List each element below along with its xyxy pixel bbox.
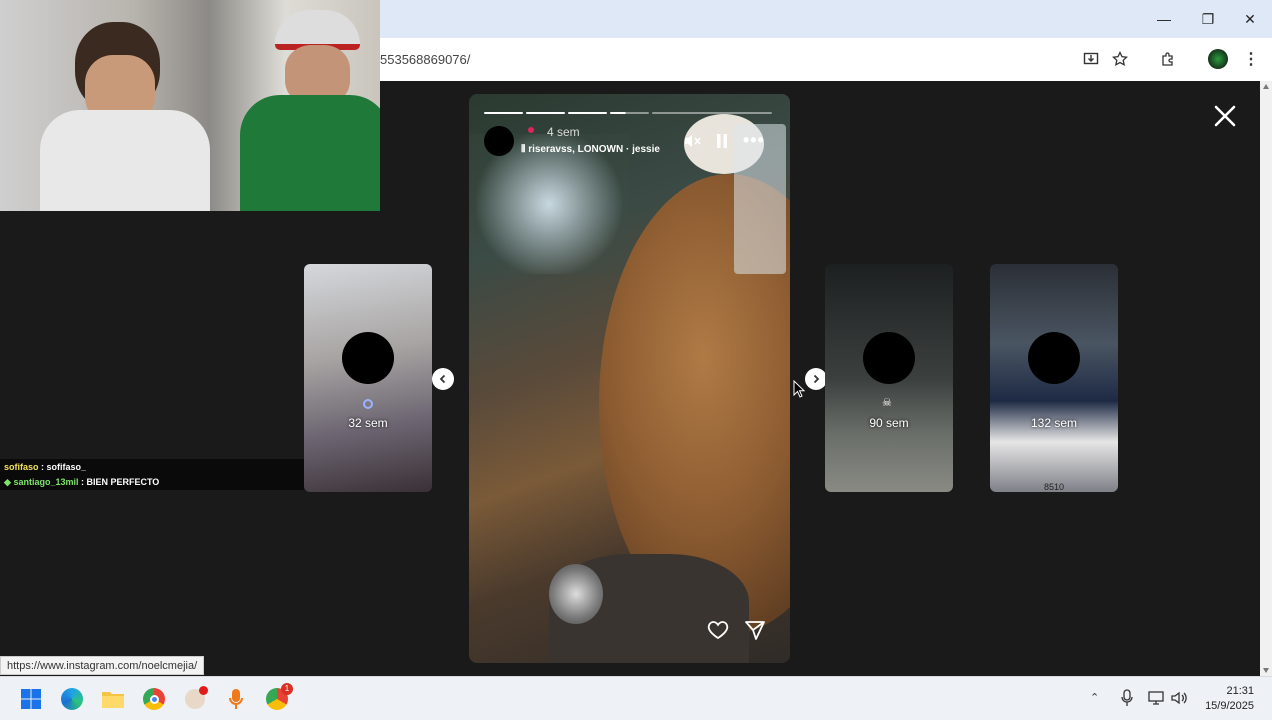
notification-badge: 1 <box>281 683 293 695</box>
chat-username: santiago_13mil <box>13 477 79 487</box>
network-icon[interactable] <box>1147 689 1165 707</box>
side-story-next-1[interactable]: ☠ 90 sem <box>825 264 953 492</box>
person-right-body <box>240 95 380 211</box>
profile-avatar[interactable] <box>1207 48 1229 70</box>
chat-username: sofifaso <box>4 462 39 472</box>
mouse-cursor-icon <box>793 379 806 398</box>
link-status-bar: https://www.instagram.com/noelcmejia/ <box>0 656 205 675</box>
mute-icon[interactable] <box>682 131 702 151</box>
recording-app-icon[interactable] <box>181 685 209 713</box>
story-avatar <box>342 332 394 384</box>
chat-text: sofifaso_ <box>46 462 87 472</box>
skull-emoji-icon: ☠ <box>882 397 892 409</box>
music-title: riseravss, LONOWN · jessie <box>528 144 660 155</box>
more-options-icon[interactable]: ••• <box>743 130 765 151</box>
side-story-next-2[interactable]: 132 sem 8510 <box>990 264 1118 492</box>
story-author-avatar[interactable] <box>484 126 514 156</box>
story-timestamp: 4 sem <box>547 125 580 139</box>
story-avatar <box>863 332 915 384</box>
close-story-icon[interactable] <box>1212 103 1238 129</box>
volume-icon[interactable] <box>1170 689 1188 707</box>
next-story-button[interactable] <box>805 368 827 390</box>
pause-icon[interactable] <box>715 133 729 149</box>
chat-text: BIEN PERFECTO <box>86 477 160 487</box>
progress-segment-2 <box>526 112 565 114</box>
progress-segment-5 <box>652 112 772 114</box>
story-time: 132 sem <box>1030 416 1078 430</box>
browser-menu-icon[interactable]: ⋮ <box>1240 48 1262 70</box>
chat-message: ◆ santiago_13mil : BIEN PERFECTO <box>4 477 160 487</box>
microphone-app-icon[interactable] <box>222 685 250 713</box>
page-scrollbar[interactable] <box>1260 81 1272 676</box>
cap <box>275 10 360 50</box>
microphone-icon[interactable] <box>1120 689 1134 707</box>
wristwatch <box>549 564 603 624</box>
minimize-button[interactable]: — <box>1142 0 1186 38</box>
url-input[interactable]: 553568869076/ <box>380 52 470 67</box>
close-window-button[interactable]: ✕ <box>1228 0 1272 38</box>
windows-start-icon[interactable] <box>17 685 45 713</box>
progress-segment-1 <box>484 112 523 114</box>
active-story[interactable]: 4 sem ⦀ riseravss, LONOWN · jessie ••• <box>469 94 790 663</box>
restore-button[interactable]: ❐ <box>1186 0 1230 38</box>
story-time: 32 sem <box>348 416 388 430</box>
like-heart-icon[interactable] <box>706 618 730 642</box>
chrome-icon[interactable] <box>140 685 168 713</box>
install-app-icon[interactable] <box>1080 48 1102 70</box>
stream-chat-overlay: sofifaso : sofifaso_ ◆ santiago_13mil : … <box>0 459 304 490</box>
side-story-prev[interactable]: 32 sem <box>304 264 432 492</box>
bookmark-star-icon[interactable] <box>1109 48 1131 70</box>
clock-time: 21:31 <box>1226 685 1254 697</box>
chat-badge-icon: ◆ <box>4 477 11 487</box>
chat-message: sofifaso : sofifaso_ <box>4 462 87 472</box>
share-send-icon[interactable] <box>743 618 767 642</box>
story-avatar <box>1028 332 1080 384</box>
system-clock[interactable]: 21:31 15/9/2025 <box>1205 684 1254 714</box>
file-explorer-icon[interactable] <box>99 685 127 713</box>
chrome-profile-icon[interactable]: 1 <box>263 683 293 713</box>
extensions-icon[interactable] <box>1157 48 1179 70</box>
progress-segment-3 <box>568 112 607 114</box>
verified-badge-icon <box>363 399 373 409</box>
webcam-overlay <box>0 0 380 211</box>
story-time: 90 sem <box>869 416 909 430</box>
windows-taskbar: 1 ⌃ 21:31 15/9/2025 <box>0 676 1272 720</box>
person-left-body <box>40 110 210 211</box>
edge-browser-icon[interactable] <box>58 685 86 713</box>
live-dot <box>528 127 534 133</box>
progress-segment-4 <box>610 112 649 114</box>
prev-story-button[interactable] <box>432 368 454 390</box>
story-caption: 8510 <box>1043 482 1065 492</box>
clock-date: 15/9/2025 <box>1205 700 1254 712</box>
story-music[interactable]: ⦀ riseravss, LONOWN · jessie <box>521 144 669 155</box>
tray-chevron-up-icon[interactable]: ⌃ <box>1090 691 1099 704</box>
